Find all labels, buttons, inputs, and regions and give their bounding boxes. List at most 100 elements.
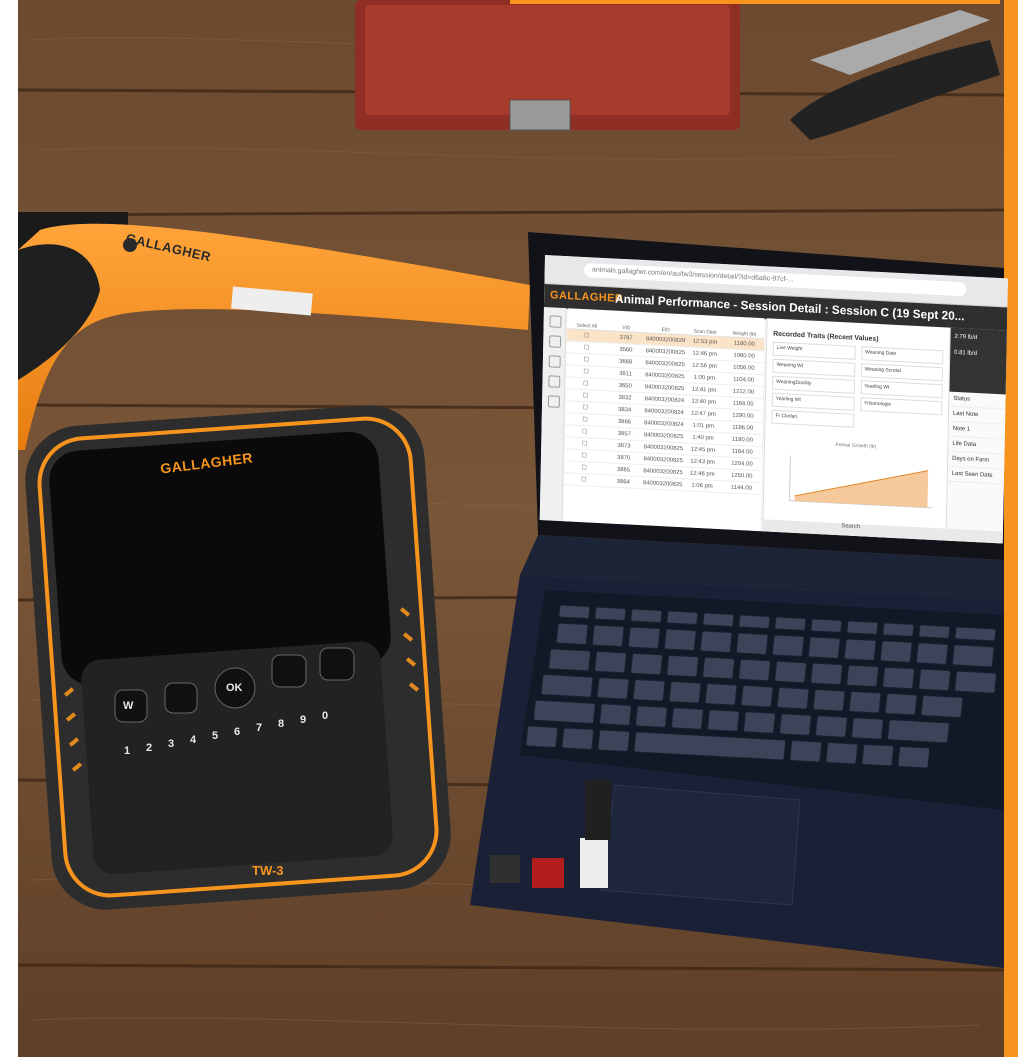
- row-checkbox[interactable]: ☐: [566, 403, 606, 412]
- table-cell: 3834: [618, 406, 632, 414]
- table-cell: 1168.00: [732, 400, 754, 408]
- table-cell: 840003200825026: [642, 479, 683, 488]
- table-body: ☐ 3787 840003200829442 12:53 pm 1180.00 ☐ 3560…: [564, 329, 765, 496]
- row-checkbox[interactable]: ☐: [564, 475, 604, 484]
- table-cell: 840003200825100: [645, 371, 685, 380]
- table-cell: 1060.00: [733, 352, 755, 360]
- trait-item[interactable]: Weaning Wt: [772, 358, 855, 377]
- right-accent-bar: [1004, 0, 1018, 1057]
- device-key-5: 5: [212, 730, 219, 742]
- growth-summary: 2.79 lb/d 0.81 lb/d: [949, 327, 1008, 395]
- adg-value-1: 2.79 lb/d: [954, 333, 978, 342]
- table-cell: 3870: [617, 454, 631, 462]
- trait-item[interactable]: Yearling Wt: [860, 380, 943, 399]
- device-key-0: 0: [322, 710, 329, 722]
- table-cell: 1186.00: [732, 424, 754, 432]
- table-cell: 1290.00: [732, 412, 754, 420]
- device-key-7: 7: [256, 722, 263, 734]
- top-accent-bar: [510, 0, 1000, 4]
- device-key-2: 2: [146, 742, 153, 754]
- app-logo: GALLAGHER: [549, 289, 624, 306]
- table-cell: 840003200825100: [645, 359, 685, 368]
- row-checkbox[interactable]: ☐: [567, 331, 607, 340]
- red-toolbox: [355, 0, 740, 131]
- table-cell: 3873: [617, 442, 631, 450]
- table-cell: 3865: [616, 466, 631, 474]
- row-checkbox[interactable]: ☐: [564, 463, 604, 472]
- table-cell: 840003200825099: [644, 383, 685, 392]
- device-key-1: 1: [124, 745, 131, 757]
- taskbar-search[interactable]: Search: [841, 523, 860, 530]
- animals-icon[interactable]: [549, 335, 562, 348]
- trait-item[interactable]: Weaning Scrotal: [860, 363, 944, 382]
- trait-item[interactable]: Weaning Date: [860, 346, 944, 365]
- trait-item[interactable]: Fr Clorlan: [771, 409, 854, 428]
- table-cell: 12:41 pm: [691, 386, 717, 394]
- table-cell: 1180.00: [733, 340, 755, 348]
- trait-item[interactable]: Yrlsonologie: [859, 397, 943, 416]
- table-cell: 3857: [617, 430, 631, 438]
- device-key-ok: OK: [226, 682, 243, 694]
- table-cell: 1144.00: [730, 484, 753, 492]
- table-cell: 840003200825025: [643, 467, 683, 476]
- tw3-device: [25, 405, 451, 910]
- trait-item[interactable]: Yearling Wt: [771, 392, 855, 411]
- table-cell: 1204.00: [731, 460, 753, 468]
- table-cell: 840003200824987: [644, 395, 685, 404]
- table-cell: 1:40 pm: [692, 434, 714, 442]
- table-cell: 840003200825021: [643, 431, 684, 440]
- table-cell: 1250.00: [730, 472, 753, 480]
- table-cell: 3560: [619, 346, 633, 354]
- table-cell: 1:06 pm: [691, 482, 713, 490]
- device-key-8: 8: [278, 718, 285, 730]
- row-checkbox[interactable]: ☐: [566, 367, 606, 376]
- adg-value-2: 0.81 lb/d: [954, 349, 977, 358]
- table-cell: 12:43 pm: [690, 458, 715, 466]
- device-key-weigh: W: [123, 700, 134, 712]
- row-checkbox[interactable]: ☐: [565, 439, 605, 448]
- table-cell: 840003200824987: [644, 407, 684, 416]
- row-checkbox[interactable]: ☐: [566, 379, 606, 388]
- trait-item[interactable]: WeaningDocility: [772, 375, 855, 394]
- sessions-icon[interactable]: [548, 355, 561, 368]
- device-key-6: 6: [234, 726, 241, 738]
- table-cell: 12:46 pm: [689, 470, 715, 478]
- table-cell: 12:40 pm: [691, 398, 717, 406]
- home-icon[interactable]: [549, 315, 562, 328]
- table-cell: 3811: [619, 370, 632, 378]
- left-nav: [539, 307, 567, 522]
- table-cell: 840003200825017: [643, 443, 684, 452]
- table-cell: 3787: [619, 334, 633, 342]
- row-checkbox[interactable]: ☐: [565, 427, 605, 436]
- table-cell: 3832: [618, 394, 632, 402]
- reports-icon[interactable]: [548, 375, 561, 388]
- details-side: 2.79 lb/d 0.81 lb/d Status Last Note Not…: [945, 327, 1008, 544]
- settings-icon[interactable]: [547, 395, 560, 408]
- row-checkbox[interactable]: ☐: [565, 451, 605, 460]
- animal-table: Select All VID EID Scan Date Weight (lb)…: [563, 308, 765, 532]
- table-cell: 1:01 pm: [692, 422, 715, 430]
- trait-item[interactable]: Live Weight: [772, 341, 856, 360]
- table-cell: 3668: [619, 358, 633, 366]
- table-cell: 840003200829442: [645, 335, 686, 344]
- row-checkbox[interactable]: ☐: [565, 415, 605, 424]
- growth-area: [789, 455, 933, 509]
- device-model-label: TW-3: [252, 863, 284, 878]
- table-cell: 3864: [616, 478, 630, 486]
- table-cell: 1164.00: [731, 448, 753, 456]
- table-cell: 1104.00: [733, 376, 755, 384]
- row-checkbox[interactable]: ☐: [567, 355, 607, 364]
- table-cell: 3866: [617, 418, 632, 426]
- traits-panel: Recorded Traits (Recent Values) Live Wei…: [762, 318, 950, 541]
- row-checkbox[interactable]: ☐: [567, 343, 607, 352]
- laptop-screen: animals.gallagher.com/en/au/tw3/session/…: [539, 255, 1008, 544]
- growth-chart: Animal Growth (lb): [770, 439, 941, 518]
- table-cell: 3650: [618, 382, 632, 390]
- row-checkbox[interactable]: ☐: [566, 391, 606, 400]
- table-cell: 12:56 pm: [692, 362, 717, 370]
- table-cell: 12:46 pm: [692, 350, 718, 358]
- table-cell: 840003200825099: [645, 347, 686, 356]
- last-seen-date: Last Seen Date: [947, 466, 1006, 485]
- device-key-4: 4: [190, 734, 197, 746]
- table-cell: 840003200825020: [643, 455, 683, 464]
